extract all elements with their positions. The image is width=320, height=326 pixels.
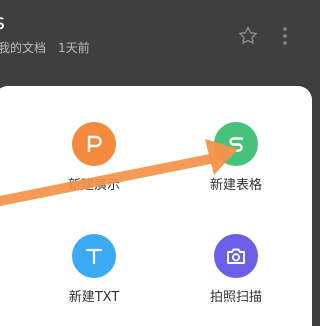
new-file-sheet: 新建演示 新建表格 新建TXT 拍照扫描 (0, 86, 312, 326)
camera-icon (214, 234, 258, 278)
document-time: 1天前 (58, 41, 90, 55)
document-header: s 我的文档 1天前 (0, 0, 306, 86)
more-icon[interactable] (275, 25, 295, 47)
spreadsheet-s-icon (214, 122, 258, 166)
document-title: s (0, 10, 5, 34)
new-presentation-button[interactable]: 新建演示 (68, 122, 120, 193)
text-t-icon (72, 234, 116, 278)
camera-scan-button[interactable]: 拍照扫描 (210, 234, 262, 305)
presentation-p-icon (72, 122, 116, 166)
camera-scan-label: 拍照扫描 (209, 290, 263, 305)
new-spreadsheet-label: 新建表格 (209, 178, 263, 193)
document-location: 我的文档 (0, 41, 47, 55)
new-presentation-label: 新建演示 (67, 178, 121, 193)
new-txt-button[interactable]: 新建TXT (69, 234, 119, 305)
new-spreadsheet-button[interactable]: 新建表格 (210, 122, 262, 193)
new-txt-label: 新建TXT (68, 290, 120, 305)
star-icon[interactable] (237, 25, 259, 47)
document-meta: 我的文档 1天前 (0, 41, 90, 55)
